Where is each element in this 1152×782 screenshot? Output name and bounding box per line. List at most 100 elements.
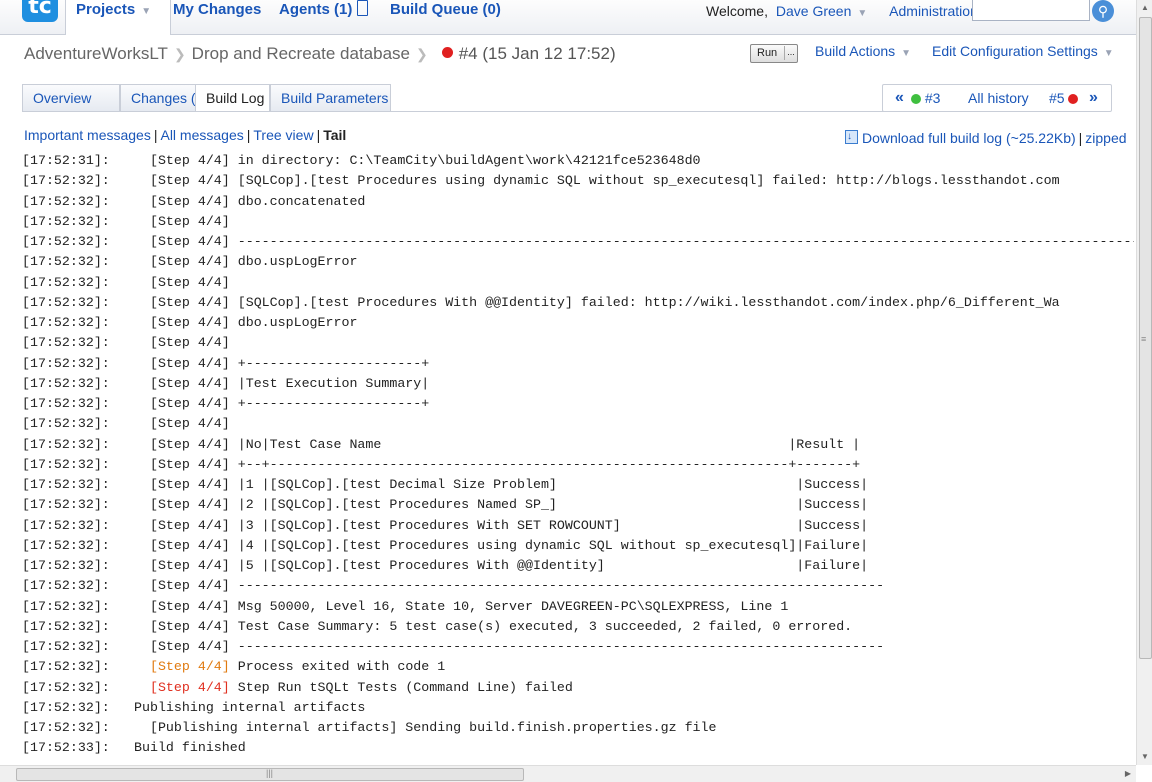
breadcrumb-separator-icon: ❯	[173, 46, 186, 62]
nav-tab-projects-label[interactable]: Projects	[76, 1, 135, 18]
next-build-link[interactable]: #5	[1049, 85, 1079, 111]
filter-tail: Tail	[323, 127, 347, 143]
tab-build-parameters[interactable]: Build Parameters	[270, 84, 391, 112]
next-build-arrow-icon[interactable]: »	[1089, 85, 1098, 111]
chevron-down-icon[interactable]: ▼	[1104, 48, 1114, 59]
log-message: Build finished	[134, 740, 246, 756]
chevron-down-icon[interactable]: ▼	[141, 6, 151, 17]
log-timestamp: [17:52:32]:	[22, 699, 110, 715]
chevron-down-icon[interactable]: ▼	[857, 8, 867, 19]
search-icon[interactable]: ⚲	[1092, 0, 1114, 22]
log-line: [17:52:32]: [Step 4/4] -----------------…	[22, 232, 1134, 252]
scroll-down-icon[interactable]: ▼	[1137, 749, 1152, 765]
all-history-link[interactable]: All history	[968, 85, 1029, 111]
log-message: [Step 4/4] +----------------------+	[134, 396, 430, 411]
log-timestamp: [17:52:32]:	[22, 254, 110, 270]
run-button[interactable]: Run ...	[750, 44, 798, 63]
log-timestamp: [17:52:32]:	[22, 416, 110, 432]
welcome-area: Welcome, Dave Green ▼ Administration	[706, 0, 978, 25]
log-line: [17:52:32]: [Step 4/4] |No|Test Case Nam…	[22, 435, 1134, 455]
build-actions-menu[interactable]: Build Actions ▼	[815, 43, 911, 59]
log-message: [Step 4/4] -----------------------------…	[134, 234, 1134, 249]
scroll-right-icon[interactable]: ▶	[1120, 766, 1136, 782]
nav-tab-projects[interactable]: Projects ▼	[65, 0, 171, 35]
log-timestamp: [17:52:32]:	[22, 193, 110, 209]
log-message: [Step 4/4]	[134, 274, 230, 290]
log-timestamp: [17:52:32]:	[22, 234, 110, 249]
filter-separator: |	[246, 127, 251, 143]
log-line: [17:52:32]: Publishing internal artifacts	[22, 698, 1134, 718]
tab-build-log[interactable]: Build Log	[195, 84, 270, 112]
build-actions-label[interactable]: Build Actions	[815, 43, 895, 59]
chevron-down-icon[interactable]: ▼	[901, 48, 911, 59]
log-line: [17:52:32]: [Step 4/4] +----------------…	[22, 354, 1134, 374]
build-failed-status-icon	[441, 47, 453, 58]
filter-all-messages[interactable]: All messages	[160, 127, 243, 143]
search-input[interactable]	[972, 0, 1090, 21]
scroll-up-icon[interactable]: ▲	[1137, 0, 1152, 16]
log-timestamp: [17:52:32]:	[22, 720, 110, 735]
log-line: [17:52:32]: [Step 4/4]	[22, 414, 1134, 434]
build-number: #4 (15 Jan 12 17:52)	[458, 44, 616, 63]
edit-configuration-menu[interactable]: Edit Configuration Settings ▼	[932, 43, 1114, 59]
run-button-label[interactable]: Run	[757, 45, 777, 62]
previous-build-link[interactable]: #3	[911, 85, 940, 111]
breadcrumb-project[interactable]: AdventureWorksLT	[24, 44, 168, 63]
log-line: [17:52:32]: [Step 4/4] |4 |[SQLCop].[tes…	[22, 536, 1134, 556]
log-timestamp: [17:52:32]:	[22, 679, 110, 695]
run-options-button[interactable]: ...	[784, 46, 797, 60]
breadcrumb: AdventureWorksLT ❯ Drop and Recreate datab…	[24, 44, 616, 64]
log-message: [Step 4/4] in directory: C:\TeamCity\bui…	[134, 153, 701, 168]
log-message: [Step 4/4] dbo.concatenated	[134, 193, 366, 209]
log-message: [Step 4/4] dbo.uspLogError	[134, 254, 358, 270]
log-message: [Step 4/4]	[134, 416, 230, 432]
download-full-log-link[interactable]: Download full build log (~25.22Kb)	[862, 130, 1076, 146]
log-timestamp: [17:52:32]:	[22, 456, 110, 472]
filter-tree-view[interactable]: Tree view	[253, 127, 313, 143]
nav-tab-agents[interactable]: Agents (1)	[269, 0, 378, 34]
log-message: [Step 4/4] Step Run tSQLt Tests (Command…	[149, 679, 573, 695]
log-message: [Step 4/4] Process exited with code 1	[149, 659, 446, 675]
teamcity-logo[interactable]: tc	[22, 0, 58, 22]
download-icon[interactable]	[845, 128, 858, 146]
log-line: [17:52:32]: [Publishing internal artifac…	[22, 718, 1134, 738]
log-line: [17:52:32]: [Step 4/4] dbo.concatenated	[22, 192, 1134, 212]
administration-link[interactable]: Administration	[889, 3, 978, 19]
nav-tab-agents-label[interactable]: Agents (1)	[279, 1, 352, 18]
previous-build-number[interactable]: #3	[925, 90, 941, 106]
breadcrumb-configuration[interactable]: Drop and Recreate database	[192, 44, 410, 63]
log-message: [Step 4/4] +--+-------------------------…	[134, 456, 861, 472]
log-line: [17:52:32]: [Step 4/4] -----------------…	[22, 576, 1134, 596]
log-timestamp: [17:52:32]:	[22, 213, 110, 229]
log-timestamp: [17:52:32]:	[22, 274, 110, 290]
log-timestamp: [17:52:32]:	[22, 618, 110, 634]
download-log: Download full build log (~25.22Kb)|zippe…	[845, 128, 1127, 147]
log-message: [Step 4/4] |3 |[SQLCop].[test Procedures…	[134, 517, 869, 533]
edit-configuration-label[interactable]: Edit Configuration Settings	[932, 43, 1098, 59]
user-menu[interactable]: Dave Green	[776, 3, 851, 19]
horizontal-scrollbar[interactable]: ||| ▶	[0, 765, 1136, 782]
build-success-status-icon	[911, 94, 921, 104]
next-build-number[interactable]: #5	[1049, 90, 1065, 106]
tab-overview[interactable]: Overview	[22, 84, 120, 112]
log-line: [17:52:32]: [Step 4/4]	[22, 273, 1134, 293]
log-message: [Step 4/4] |4 |[SQLCop].[test Procedures…	[134, 537, 869, 553]
log-timestamp: [17:52:32]:	[22, 315, 110, 330]
log-line: [17:52:32]: [Step 4/4] |2 |[SQLCop].[tes…	[22, 495, 1134, 515]
log-message: [Step 4/4] |2 |[SQLCop].[test Procedures…	[134, 497, 869, 513]
log-line: [17:52:32]: [Step 4/4] |1 |[SQLCop].[tes…	[22, 475, 1134, 495]
log-timestamp: [17:52:32]:	[22, 517, 110, 533]
log-message: [Step 4/4] |5 |[SQLCop].[test Procedures…	[134, 558, 869, 573]
download-zipped-link[interactable]: zipped	[1085, 130, 1126, 146]
log-line: [17:52:32]: [Step 4/4]	[22, 212, 1134, 232]
nav-tab-my-changes[interactable]: My Changes	[163, 0, 271, 34]
previous-build-arrow-icon[interactable]: «	[895, 85, 904, 111]
welcome-label: Welcome,	[706, 3, 768, 19]
log-line: [17:52:33]: Build finished	[22, 738, 1134, 758]
vertical-scrollbar[interactable]: ▲ ≡ ▼	[1136, 0, 1152, 765]
nav-tab-build-queue[interactable]: Build Queue (0)	[380, 0, 511, 34]
filter-important-messages[interactable]: Important messages	[24, 127, 151, 143]
log-message: Publishing internal artifacts	[134, 699, 366, 715]
log-line: [17:52:32]: [Step 4/4] |5 |[SQLCop].[tes…	[22, 556, 1134, 576]
breadcrumb-separator-icon: ❯	[415, 46, 428, 62]
